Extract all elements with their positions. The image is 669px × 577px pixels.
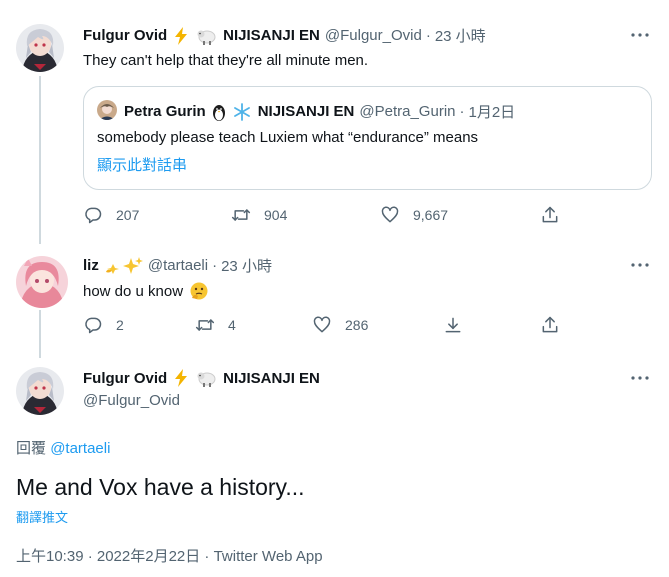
avatar-liz[interactable] [16, 256, 68, 308]
separator: · [212, 257, 218, 274]
quote-timestamp: 1月2日 [468, 104, 516, 121]
retweet-icon [195, 319, 215, 331]
avatar-fulgur[interactable] [16, 24, 64, 72]
reply-button[interactable]: 2 [83, 315, 124, 335]
tweet-text-row: how do u know [83, 281, 209, 301]
reply-icon [85, 207, 102, 224]
more-icon[interactable] [630, 368, 650, 388]
retweet-count: 904 [264, 207, 288, 223]
like-count: 9,667 [413, 207, 449, 223]
more-icon[interactable] [630, 255, 650, 275]
name-suffix: NIJISANJI EN [223, 27, 320, 44]
replying-prefix: 回覆 [16, 440, 47, 457]
thread-line [39, 76, 41, 244]
reply-icon [85, 317, 102, 334]
sparkles-icon [103, 256, 143, 276]
timestamp[interactable]: 23 小時 [221, 255, 272, 276]
display-name[interactable]: liz [83, 257, 99, 274]
retweet-button[interactable]: 4 [195, 315, 236, 335]
tweet-text: They can't help that they're all minute … [83, 52, 369, 69]
tweet-text: how do u know [83, 282, 184, 300]
display-name[interactable]: Fulgur Ovid [83, 27, 167, 44]
sheep-icon [195, 368, 217, 388]
replying-to: 回覆 @tartaeli [16, 437, 110, 458]
like-icon [381, 206, 399, 223]
more-icon[interactable] [630, 25, 650, 45]
share-icon [542, 316, 558, 333]
separator: · [459, 103, 465, 120]
reply-button[interactable]: 207 [83, 205, 139, 225]
share-icon [542, 206, 558, 223]
retweet-button[interactable]: 904 [231, 205, 287, 225]
replying-to-handle[interactable]: @tartaeli [50, 440, 110, 457]
lightning-icon [171, 368, 191, 388]
share-button[interactable] [540, 205, 560, 225]
snowflake-icon [232, 102, 252, 122]
like-count: 286 [345, 317, 369, 333]
share-button[interactable] [540, 315, 560, 335]
quote-handle: @Petra_Gurin [359, 103, 456, 120]
main-tweet-text: Me and Vox have a history... [16, 474, 305, 500]
tweet2-header: liz @tartaeli · 23 小時 [83, 255, 272, 276]
lightning-icon [171, 26, 191, 46]
display-name[interactable]: Fulgur Ovid [83, 370, 167, 387]
reply-count: 207 [116, 207, 140, 223]
quote-display-name: Petra Gurin [124, 103, 206, 120]
quote-header: Petra Gurin NIJISANJI EN @Petra_Gurin · … [124, 101, 515, 122]
download-icon [445, 317, 461, 333]
avatar-petra [97, 100, 117, 120]
name-suffix: NIJISANJI EN [223, 369, 320, 387]
penguin-icon [210, 102, 228, 122]
like-button[interactable]: 9,667 [380, 205, 448, 225]
quote-text: somebody please teach Luxiem what “endur… [97, 129, 479, 146]
retweet-count: 4 [228, 317, 236, 333]
like-icon [313, 316, 331, 333]
show-thread-link[interactable]: 顯示此對話串 [97, 154, 187, 175]
main-tweet-header: Fulgur Ovid NIJISANJI EN [83, 368, 320, 388]
main-handle[interactable]: @Fulgur_Ovid [83, 392, 180, 409]
sheep-icon [195, 26, 217, 46]
retweet-icon [231, 209, 251, 221]
tweet-meta[interactable]: 上午10:39 · 2022年2月22日 · Twitter Web App [16, 545, 323, 566]
handle[interactable]: @Fulgur_Ovid [325, 27, 422, 44]
tweet1-header: Fulgur Ovid NIJISANJI EN @Fulgur_Ovid · … [83, 25, 486, 46]
separator: · [425, 27, 431, 44]
avatar-fulgur[interactable] [16, 367, 64, 415]
reply-count: 2 [116, 317, 124, 333]
thinking-face-icon [189, 281, 209, 301]
timestamp[interactable]: 23 小時 [435, 25, 486, 46]
handle[interactable]: @tartaeli [148, 257, 208, 274]
thread-line [39, 310, 41, 358]
download-button[interactable] [443, 315, 463, 335]
translate-link[interactable]: 翻譯推文 [16, 507, 68, 526]
like-button[interactable]: 286 [312, 315, 368, 335]
quote-name-suffix: NIJISANJI EN [257, 103, 355, 120]
